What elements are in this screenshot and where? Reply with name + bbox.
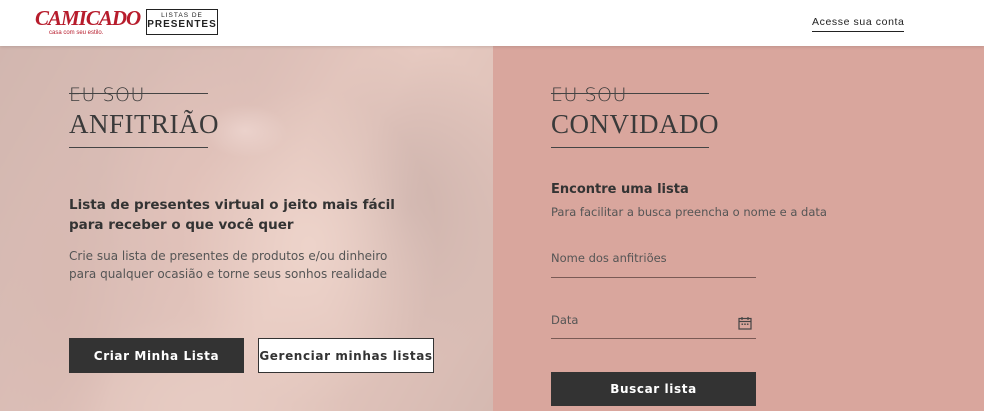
- host-panel: EU SOU ANFITRIÃO Lista de presentes virt…: [0, 46, 493, 411]
- host-lead-text: Lista de presentes virtual o jeito mais …: [69, 197, 395, 233]
- calendar-icon[interactable]: [738, 316, 752, 330]
- search-list-button[interactable]: Buscar lista: [551, 372, 756, 406]
- listas-de-presentes-logo[interactable]: LISTAS DE PRESENTES: [146, 9, 218, 35]
- guest-bottom-rule: [551, 147, 709, 148]
- logo-tagline: casa com seu estilo.: [49, 30, 104, 36]
- listas-logo-small-text: LISTAS DE: [161, 12, 203, 19]
- host-bottom-rule: [69, 147, 208, 148]
- guest-panel: EU SOU CONVIDADO Encontre uma lista Para…: [493, 46, 984, 411]
- hosts-name-field[interactable]: Nome dos anfitriões: [551, 242, 756, 278]
- logo-wordmark: CAMICADO: [35, 6, 141, 30]
- site-header: CAMICADO casa com seu estilo. LISTAS DE …: [0, 0, 984, 46]
- host-description: Crie sua lista de presentes de produtos …: [69, 249, 388, 281]
- guest-role-title: CONVIDADO: [551, 109, 719, 139]
- host-role-title: ANFITRIÃO: [69, 109, 219, 139]
- date-field[interactable]: Data: [551, 304, 756, 339]
- date-placeholder: Data: [551, 313, 579, 327]
- create-list-button[interactable]: Criar Minha Lista: [69, 338, 244, 373]
- manage-lists-button[interactable]: Gerenciar minhas listas: [258, 338, 434, 373]
- host-top-rule: [69, 93, 208, 94]
- host-eu-sou-label: EU SOU: [69, 84, 145, 106]
- account-link[interactable]: Acesse sua conta: [812, 16, 905, 32]
- guest-top-rule: [551, 93, 709, 94]
- listas-logo-big-text: PRESENTES: [147, 19, 217, 30]
- find-list-title: Encontre uma lista: [551, 182, 689, 197]
- hosts-name-placeholder: Nome dos anfitriões: [551, 251, 667, 265]
- camicado-logo[interactable]: CAMICADO casa com seu estilo.: [35, 6, 141, 38]
- guest-eu-sou-label: EU SOU: [551, 84, 627, 106]
- find-list-subtitle: Para facilitar a busca preencha o nome e…: [551, 205, 827, 219]
